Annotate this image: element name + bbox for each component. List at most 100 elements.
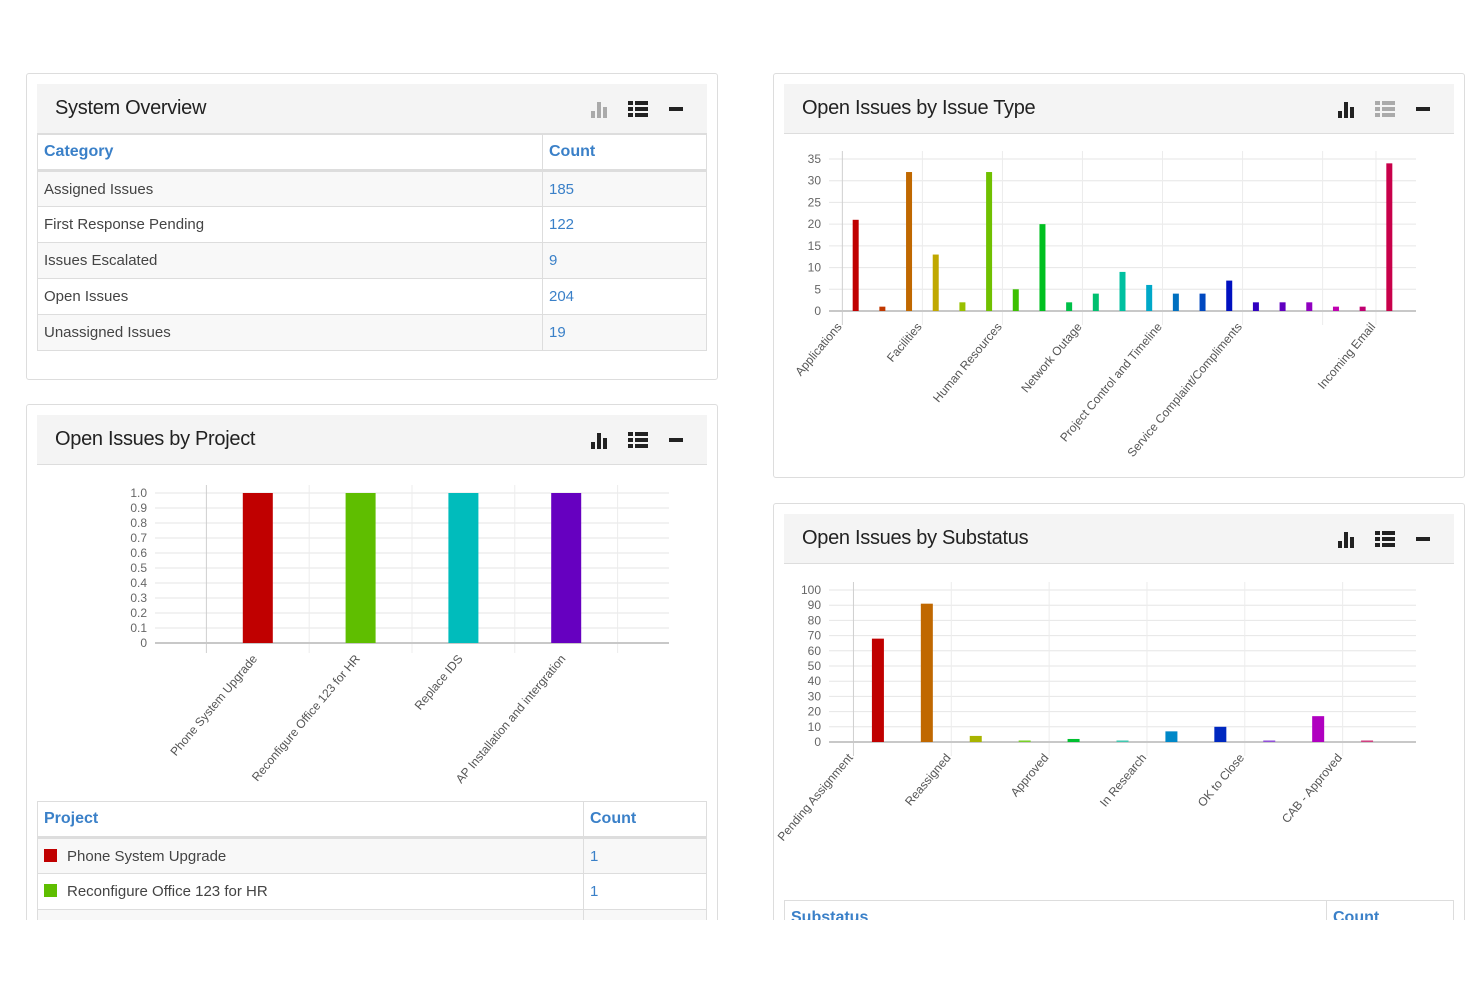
x-tick-label: Reassigned xyxy=(902,751,953,809)
bar[interactable] xyxy=(1312,716,1325,742)
system-overview-table-wrap: Category Count Assigned Issues 185 First R… xyxy=(37,134,707,351)
bar[interactable] xyxy=(1263,740,1276,742)
bar[interactable] xyxy=(879,306,886,311)
color-swatch xyxy=(44,848,57,862)
bar[interactable] xyxy=(448,493,479,643)
list-icon xyxy=(1375,530,1395,547)
bar[interactable] xyxy=(1039,224,1046,311)
count-cell[interactable]: 185 xyxy=(542,170,707,207)
count-cell[interactable]: 1 xyxy=(583,837,707,874)
bar[interactable] xyxy=(1306,302,1313,311)
bar[interactable] xyxy=(1332,306,1339,311)
table-row[interactable]: Phone System Upgrade 1 xyxy=(37,837,707,874)
page-bottom-area xyxy=(0,920,1480,987)
bar[interactable] xyxy=(1092,293,1099,311)
bar[interactable] xyxy=(1252,302,1259,311)
panel-title: System Overview xyxy=(55,97,207,119)
column-header-category[interactable]: Category xyxy=(37,134,543,172)
bar[interactable] xyxy=(920,603,933,742)
bar[interactable] xyxy=(1066,302,1073,311)
bar[interactable] xyxy=(1116,740,1129,742)
table-row[interactable]: Issues Escalated 9 xyxy=(37,242,707,279)
y-tick-label: 10 xyxy=(808,261,822,275)
bar[interactable] xyxy=(1018,740,1031,742)
count-cell[interactable]: 122 xyxy=(542,206,707,243)
y-tick-label: 40 xyxy=(808,674,822,688)
bar[interactable] xyxy=(1359,306,1366,311)
issues-by-type-panel: Open Issues by Issue Type 0 5 10 15 20 25 30 35… xyxy=(773,73,1465,478)
table-row[interactable]: Unassigned Issues 19 xyxy=(37,314,707,351)
bar[interactable] xyxy=(852,219,859,311)
minimize-button[interactable] xyxy=(1412,528,1434,550)
table-row[interactable]: Open Issues 204 xyxy=(37,278,707,315)
chart-view-button[interactable] xyxy=(589,429,611,451)
count-cell[interactable]: 9 xyxy=(542,242,707,279)
y-tick-label: 0 xyxy=(140,636,147,650)
minimize-button[interactable] xyxy=(665,429,687,451)
bar[interactable] xyxy=(959,302,966,311)
chart-view-button[interactable] xyxy=(1336,98,1358,120)
bar-chart-icon xyxy=(591,101,607,118)
table-view-button[interactable] xyxy=(1374,98,1396,120)
bar[interactable] xyxy=(871,638,884,742)
bar[interactable] xyxy=(1165,731,1178,742)
panel-header: System Overview xyxy=(37,84,707,134)
bar[interactable] xyxy=(1214,726,1227,742)
table-view-button[interactable] xyxy=(627,429,649,451)
table-view-button[interactable] xyxy=(627,98,649,120)
category-cell: Assigned Issues xyxy=(37,170,543,207)
count-cell[interactable]: 204 xyxy=(542,278,707,315)
bar[interactable] xyxy=(1226,280,1233,311)
bar[interactable] xyxy=(1172,293,1179,311)
y-tick-label: 30 xyxy=(808,174,822,188)
column-header-project[interactable]: Project xyxy=(37,801,584,839)
panel-header: Open Issues by Substatus xyxy=(784,514,1454,564)
minimize-button[interactable] xyxy=(665,98,687,120)
count-cell[interactable]: 19 xyxy=(542,314,707,351)
table-view-button[interactable] xyxy=(1374,528,1396,550)
table-header-row: Project Count xyxy=(37,801,707,839)
bar[interactable] xyxy=(1119,271,1126,311)
table-row[interactable]: Assigned Issues 185 xyxy=(37,170,707,207)
y-tick-label: 15 xyxy=(808,239,822,253)
bar-chart-icon xyxy=(1338,531,1354,548)
bar[interactable] xyxy=(1146,284,1153,311)
column-header-count[interactable]: Count xyxy=(583,801,707,839)
x-tick-label: Reconfigure Office 123 for HR xyxy=(249,652,363,784)
bar[interactable] xyxy=(969,735,982,742)
bar-chart-icon xyxy=(591,432,607,449)
bar[interactable] xyxy=(906,172,913,311)
y-tick-label: 1.0 xyxy=(130,486,147,500)
panel-title: Open Issues by Issue Type xyxy=(802,97,1036,119)
bar[interactable] xyxy=(242,493,273,643)
bar[interactable] xyxy=(1279,302,1286,311)
bar[interactable] xyxy=(1199,293,1206,311)
bar[interactable] xyxy=(986,172,993,311)
table-row[interactable]: First Response Pending 122 xyxy=(37,206,707,243)
column-header-count[interactable]: Count xyxy=(542,134,707,172)
x-tick-label: Approved xyxy=(1008,751,1052,799)
project-bar-chart: 00.10.20.30.40.50.60.70.80.91.0 Phone Sys… xyxy=(130,485,669,786)
bar[interactable] xyxy=(1361,740,1374,742)
bar[interactable] xyxy=(1067,738,1080,742)
chart-view-button[interactable] xyxy=(1336,528,1358,550)
chart-view-button[interactable] xyxy=(589,98,611,120)
y-tick-label: 0.9 xyxy=(130,501,147,515)
category-cell: Unassigned Issues xyxy=(37,314,543,351)
bar[interactable] xyxy=(345,493,376,643)
project-name: Phone System Upgrade xyxy=(67,847,227,865)
bar[interactable] xyxy=(1012,289,1019,311)
bar[interactable] xyxy=(1386,163,1393,311)
y-tick-label: 30 xyxy=(808,689,822,703)
y-tick-label: 80 xyxy=(808,613,822,627)
y-tick-label: 0.4 xyxy=(130,576,147,590)
table-row[interactable]: Reconfigure Office 123 for HR 1 xyxy=(37,873,707,910)
minimize-button[interactable] xyxy=(1412,98,1434,120)
bar[interactable] xyxy=(932,254,939,311)
y-tick-label: 60 xyxy=(808,644,822,658)
issue-type-bar-chart: 0 5 10 15 20 25 30 35 Applications Facilities Huma… xyxy=(792,151,1416,460)
minus-icon xyxy=(669,106,683,111)
bar[interactable] xyxy=(551,493,582,643)
bar-chart-icon xyxy=(1338,101,1354,118)
count-cell[interactable]: 1 xyxy=(583,873,707,910)
